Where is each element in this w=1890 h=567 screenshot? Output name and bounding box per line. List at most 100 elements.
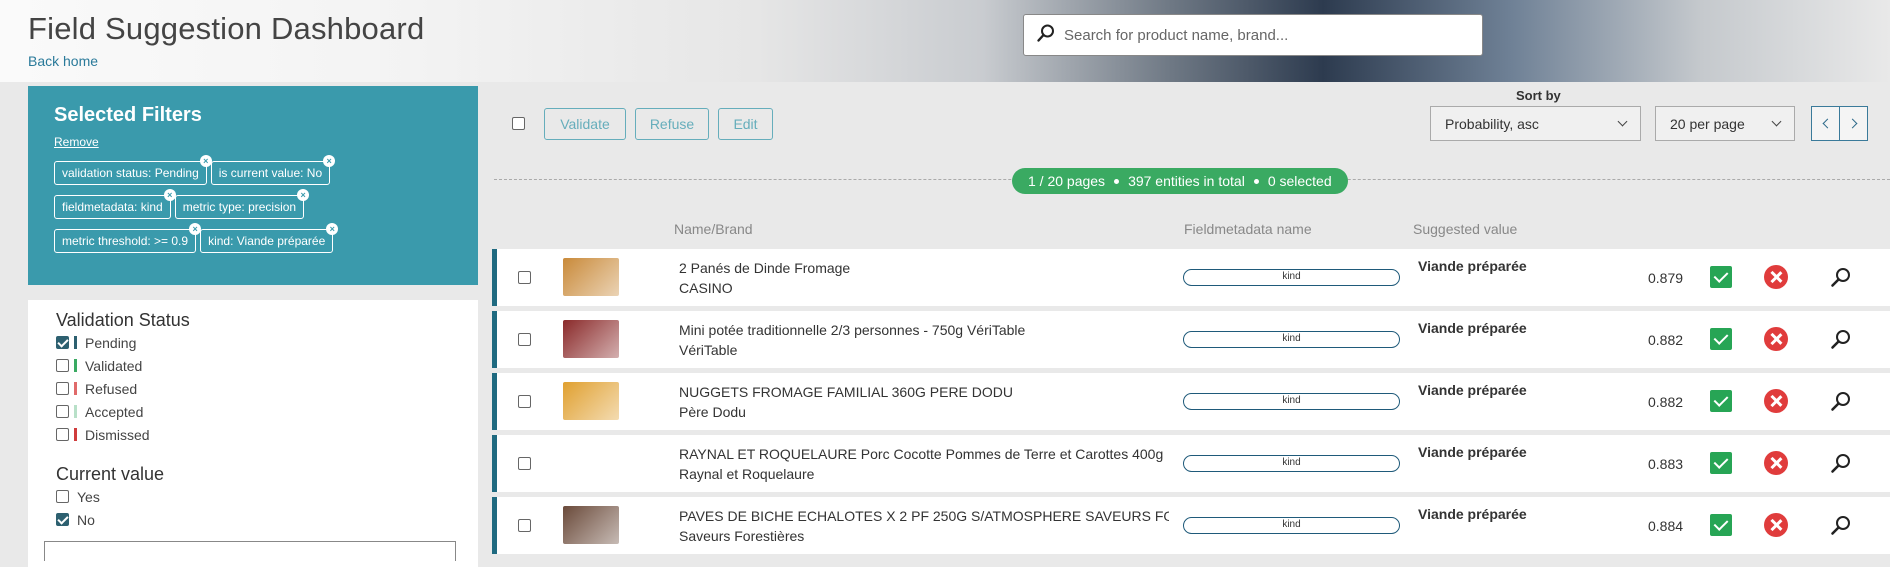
product-brand: VériTable xyxy=(679,342,738,358)
previous-page-button[interactable] xyxy=(1811,106,1840,141)
magnifier-icon[interactable] xyxy=(1830,328,1852,350)
close-icon[interactable]: × xyxy=(199,155,212,167)
magnifier-icon[interactable] xyxy=(1830,514,1852,536)
search-icon xyxy=(1036,23,1056,48)
separator-dot xyxy=(1114,178,1120,184)
product-name: NUGGETS FROMAGE FAMILIAL 360G PERE DODU xyxy=(679,384,1013,400)
validation-option[interactable]: Pending xyxy=(56,331,450,354)
product-name: 2 Panés de Dinde Fromage xyxy=(679,260,851,276)
suggested-value: Viande préparée xyxy=(1418,320,1527,336)
close-icon[interactable]: × xyxy=(323,155,336,167)
refuse-x-icon[interactable] xyxy=(1764,389,1788,413)
validation-checkbox[interactable] xyxy=(56,405,69,418)
table-row: PAVES DE BICHE ECHALOTES X 2 PF 250G S/A… xyxy=(492,497,1890,554)
validation-checkbox[interactable] xyxy=(56,336,69,349)
fieldmetadata-tag: kind xyxy=(1183,331,1400,348)
current-value-label: Yes xyxy=(77,488,100,505)
validation-checkbox[interactable] xyxy=(56,428,69,441)
fieldmetadata-tag: kind xyxy=(1183,269,1400,286)
probability-value: 0.884 xyxy=(1648,518,1684,534)
current-value-option[interactable]: Yes xyxy=(56,485,450,508)
refuse-button[interactable]: Refuse xyxy=(635,108,709,140)
validate-check-icon[interactable] xyxy=(1710,328,1732,350)
fieldmetadata-tag: kind xyxy=(1183,517,1400,534)
validate-check-icon[interactable] xyxy=(1710,266,1732,288)
validation-checkbox[interactable] xyxy=(56,359,69,372)
validation-option-label: Refused xyxy=(85,380,138,397)
product-name-brand[interactable]: Mini potée traditionnelle 2/3 personnes … xyxy=(679,320,1025,360)
header-banner: Field Suggestion Dashboard Back home xyxy=(0,0,1890,82)
current-value-option[interactable]: No xyxy=(56,508,450,531)
filter-search-input[interactable] xyxy=(44,541,456,561)
product-name-brand[interactable]: NUGGETS FROMAGE FAMILIAL 360G PERE DODU P… xyxy=(679,382,1013,422)
refuse-x-icon[interactable] xyxy=(1764,513,1788,537)
column-header-suggested: Suggested value xyxy=(1413,221,1518,237)
current-value-title: Current value xyxy=(56,464,165,484)
row-checkbox[interactable] xyxy=(518,519,531,532)
magnifier-icon[interactable] xyxy=(1830,452,1852,474)
sort-select[interactable]: Probability, asc xyxy=(1430,106,1641,141)
selected-count: 0 selected xyxy=(1267,173,1332,189)
refuse-x-icon[interactable] xyxy=(1764,327,1788,351)
validation-option[interactable]: Accepted xyxy=(56,400,450,423)
product-thumbnail[interactable] xyxy=(563,382,619,420)
current-value-checkbox[interactable] xyxy=(56,513,69,526)
validate-button[interactable]: Validate xyxy=(544,108,626,140)
page-title: Field Suggestion Dashboard xyxy=(28,11,425,46)
status-color-bar xyxy=(74,336,77,349)
product-thumbnail[interactable] xyxy=(563,506,619,544)
chevron-down-icon xyxy=(1771,116,1782,127)
select-all-checkbox[interactable] xyxy=(512,117,525,130)
search-input[interactable] xyxy=(1064,26,1464,44)
per-page-select[interactable]: 20 per page xyxy=(1655,106,1795,141)
validate-check-icon[interactable] xyxy=(1710,390,1732,412)
close-icon[interactable]: × xyxy=(326,223,339,235)
suggested-value: Viande préparée xyxy=(1418,258,1527,274)
back-home-link[interactable]: Back home xyxy=(28,53,98,69)
refuse-x-icon[interactable] xyxy=(1764,451,1788,475)
magnifier-icon[interactable] xyxy=(1830,390,1852,412)
magnifier-icon[interactable] xyxy=(1830,266,1852,288)
close-icon[interactable]: × xyxy=(297,189,310,201)
validation-checkbox[interactable] xyxy=(56,382,69,395)
current-value-checkbox[interactable] xyxy=(56,490,69,503)
edit-button[interactable]: Edit xyxy=(718,108,773,140)
validate-check-icon[interactable] xyxy=(1710,514,1732,536)
row-checkbox[interactable] xyxy=(518,271,531,284)
product-thumbnail[interactable] xyxy=(563,320,619,358)
row-checkbox[interactable] xyxy=(518,457,531,470)
refuse-x-icon[interactable] xyxy=(1764,265,1788,289)
next-page-button[interactable] xyxy=(1839,106,1868,141)
column-header-name: Name/Brand xyxy=(674,221,753,237)
filter-chip-label: is current value: No xyxy=(218,166,323,180)
row-checkbox[interactable] xyxy=(518,395,531,408)
validation-option-label: Pending xyxy=(85,334,137,351)
column-header-fieldmetadata: Fieldmetadata name xyxy=(1184,221,1312,237)
product-name: Mini potée traditionnelle 2/3 personnes … xyxy=(679,322,1026,338)
fieldmetadata-tag: kind xyxy=(1183,393,1400,410)
filter-chip-label: validation status: Pending xyxy=(62,166,199,180)
probability-value: 0.882 xyxy=(1648,332,1684,348)
per-page-value: 20 per page xyxy=(1670,115,1745,132)
validation-option[interactable]: Dismissed xyxy=(56,423,450,446)
selected-filters-panel: Selected Filters Remove validation statu… xyxy=(28,86,478,285)
product-name-brand[interactable]: RAYNAL ET ROQUELAURE Porc Cocotte Pommes… xyxy=(679,444,1163,484)
close-icon[interactable]: × xyxy=(163,189,176,201)
row-checkbox[interactable] xyxy=(518,333,531,346)
filter-chip-label: kind: Viande préparée xyxy=(208,234,326,248)
remove-filters-link[interactable]: Remove xyxy=(54,135,99,149)
product-name-brand[interactable]: 2 Panés de Dinde Fromage CASINO xyxy=(679,258,850,298)
current-value-list: Yes No xyxy=(56,485,450,531)
filter-chip: kind: Viande préparée × xyxy=(200,223,339,253)
validation-status-title: Validation Status xyxy=(56,310,190,330)
product-name-brand[interactable]: PAVES DE BICHE ECHALOTES X 2 PF 250G S/A… xyxy=(679,506,1169,546)
validation-status-list: Pending Validated Refused Accepted Dismissed xyxy=(56,331,450,446)
product-thumbnail[interactable] xyxy=(563,258,619,296)
validation-option[interactable]: Refused xyxy=(56,377,450,400)
validate-check-icon[interactable] xyxy=(1710,452,1732,474)
search-box[interactable] xyxy=(1023,14,1483,56)
total-count: 397 entities in total xyxy=(1128,173,1245,189)
validation-option[interactable]: Validated xyxy=(56,354,450,377)
filter-chip-label: metric threshold: >= 0.9 xyxy=(62,234,189,248)
product-brand: Père Dodu xyxy=(679,404,746,420)
